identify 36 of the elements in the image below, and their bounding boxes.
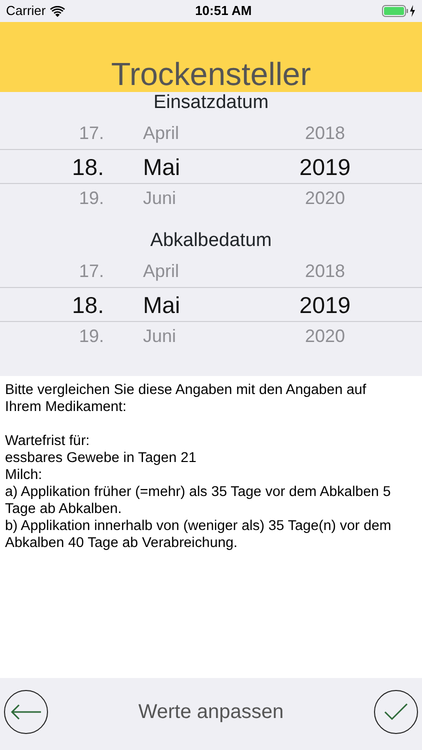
year-option[interactable]: 2019: [299, 292, 351, 318]
carrier-label: Carrier: [6, 2, 46, 20]
bottom-title: Werte anpassen: [138, 700, 284, 725]
battery-icon: [382, 5, 416, 17]
day-option[interactable]: 19.: [78, 188, 104, 208]
picker-label: Abkalbedatum: [149, 230, 273, 253]
year-option[interactable]: 2018: [304, 123, 346, 144]
year-option[interactable]: 2018: [304, 261, 346, 282]
day-option[interactable]: 18.: [72, 292, 104, 318]
day-option[interactable]: 17.: [78, 261, 104, 282]
day-option[interactable]: 17.: [78, 123, 104, 144]
status-time: 10:51 AM: [195, 2, 252, 20]
day-option[interactable]: 19.: [78, 326, 104, 346]
info-text: b) Applikation innerhalb von (weniger als) 35 Tage(n) vor dem Abkalben 40 Tage ab Verabreichung.: [5, 518, 392, 552]
wifi-icon: [50, 6, 65, 16]
month-option[interactable]: April: [143, 123, 180, 144]
info-text: Bitte vergleichen Sie diese Angaben mit den Angaben auf Ihrem Medikament:: [5, 382, 368, 416]
back-button[interactable]: [4, 690, 48, 734]
month-option[interactable]: Juni: [143, 326, 176, 346]
month-option[interactable]: Juni: [143, 188, 176, 208]
year-option[interactable]: 2020: [304, 326, 346, 346]
confirm-button[interactable]: [374, 690, 418, 734]
checkmark-icon: [384, 702, 408, 721]
info-text: essbares Gewebe in Tagen 21: [5, 450, 198, 467]
arrow-left-icon: [10, 704, 42, 720]
month-option[interactable]: Mai: [143, 154, 180, 180]
year-option[interactable]: 2020: [304, 188, 346, 208]
screen-title: Trockensteller: [111, 58, 311, 92]
month-option[interactable]: April: [143, 261, 180, 282]
year-option[interactable]: 2019: [299, 154, 351, 180]
month-option[interactable]: Mai: [143, 292, 180, 318]
info-text: Wartefrist für:: [5, 432, 91, 450]
info-text: Milch:: [5, 466, 44, 484]
picker-label: Einsatzdatum: [152, 92, 270, 115]
info-text: a) Applikation früher (=mehr) als 35 Tage vor dem Abkalben 5 Tage ab Abkalben.: [5, 484, 392, 518]
day-option[interactable]: 18.: [72, 154, 104, 180]
